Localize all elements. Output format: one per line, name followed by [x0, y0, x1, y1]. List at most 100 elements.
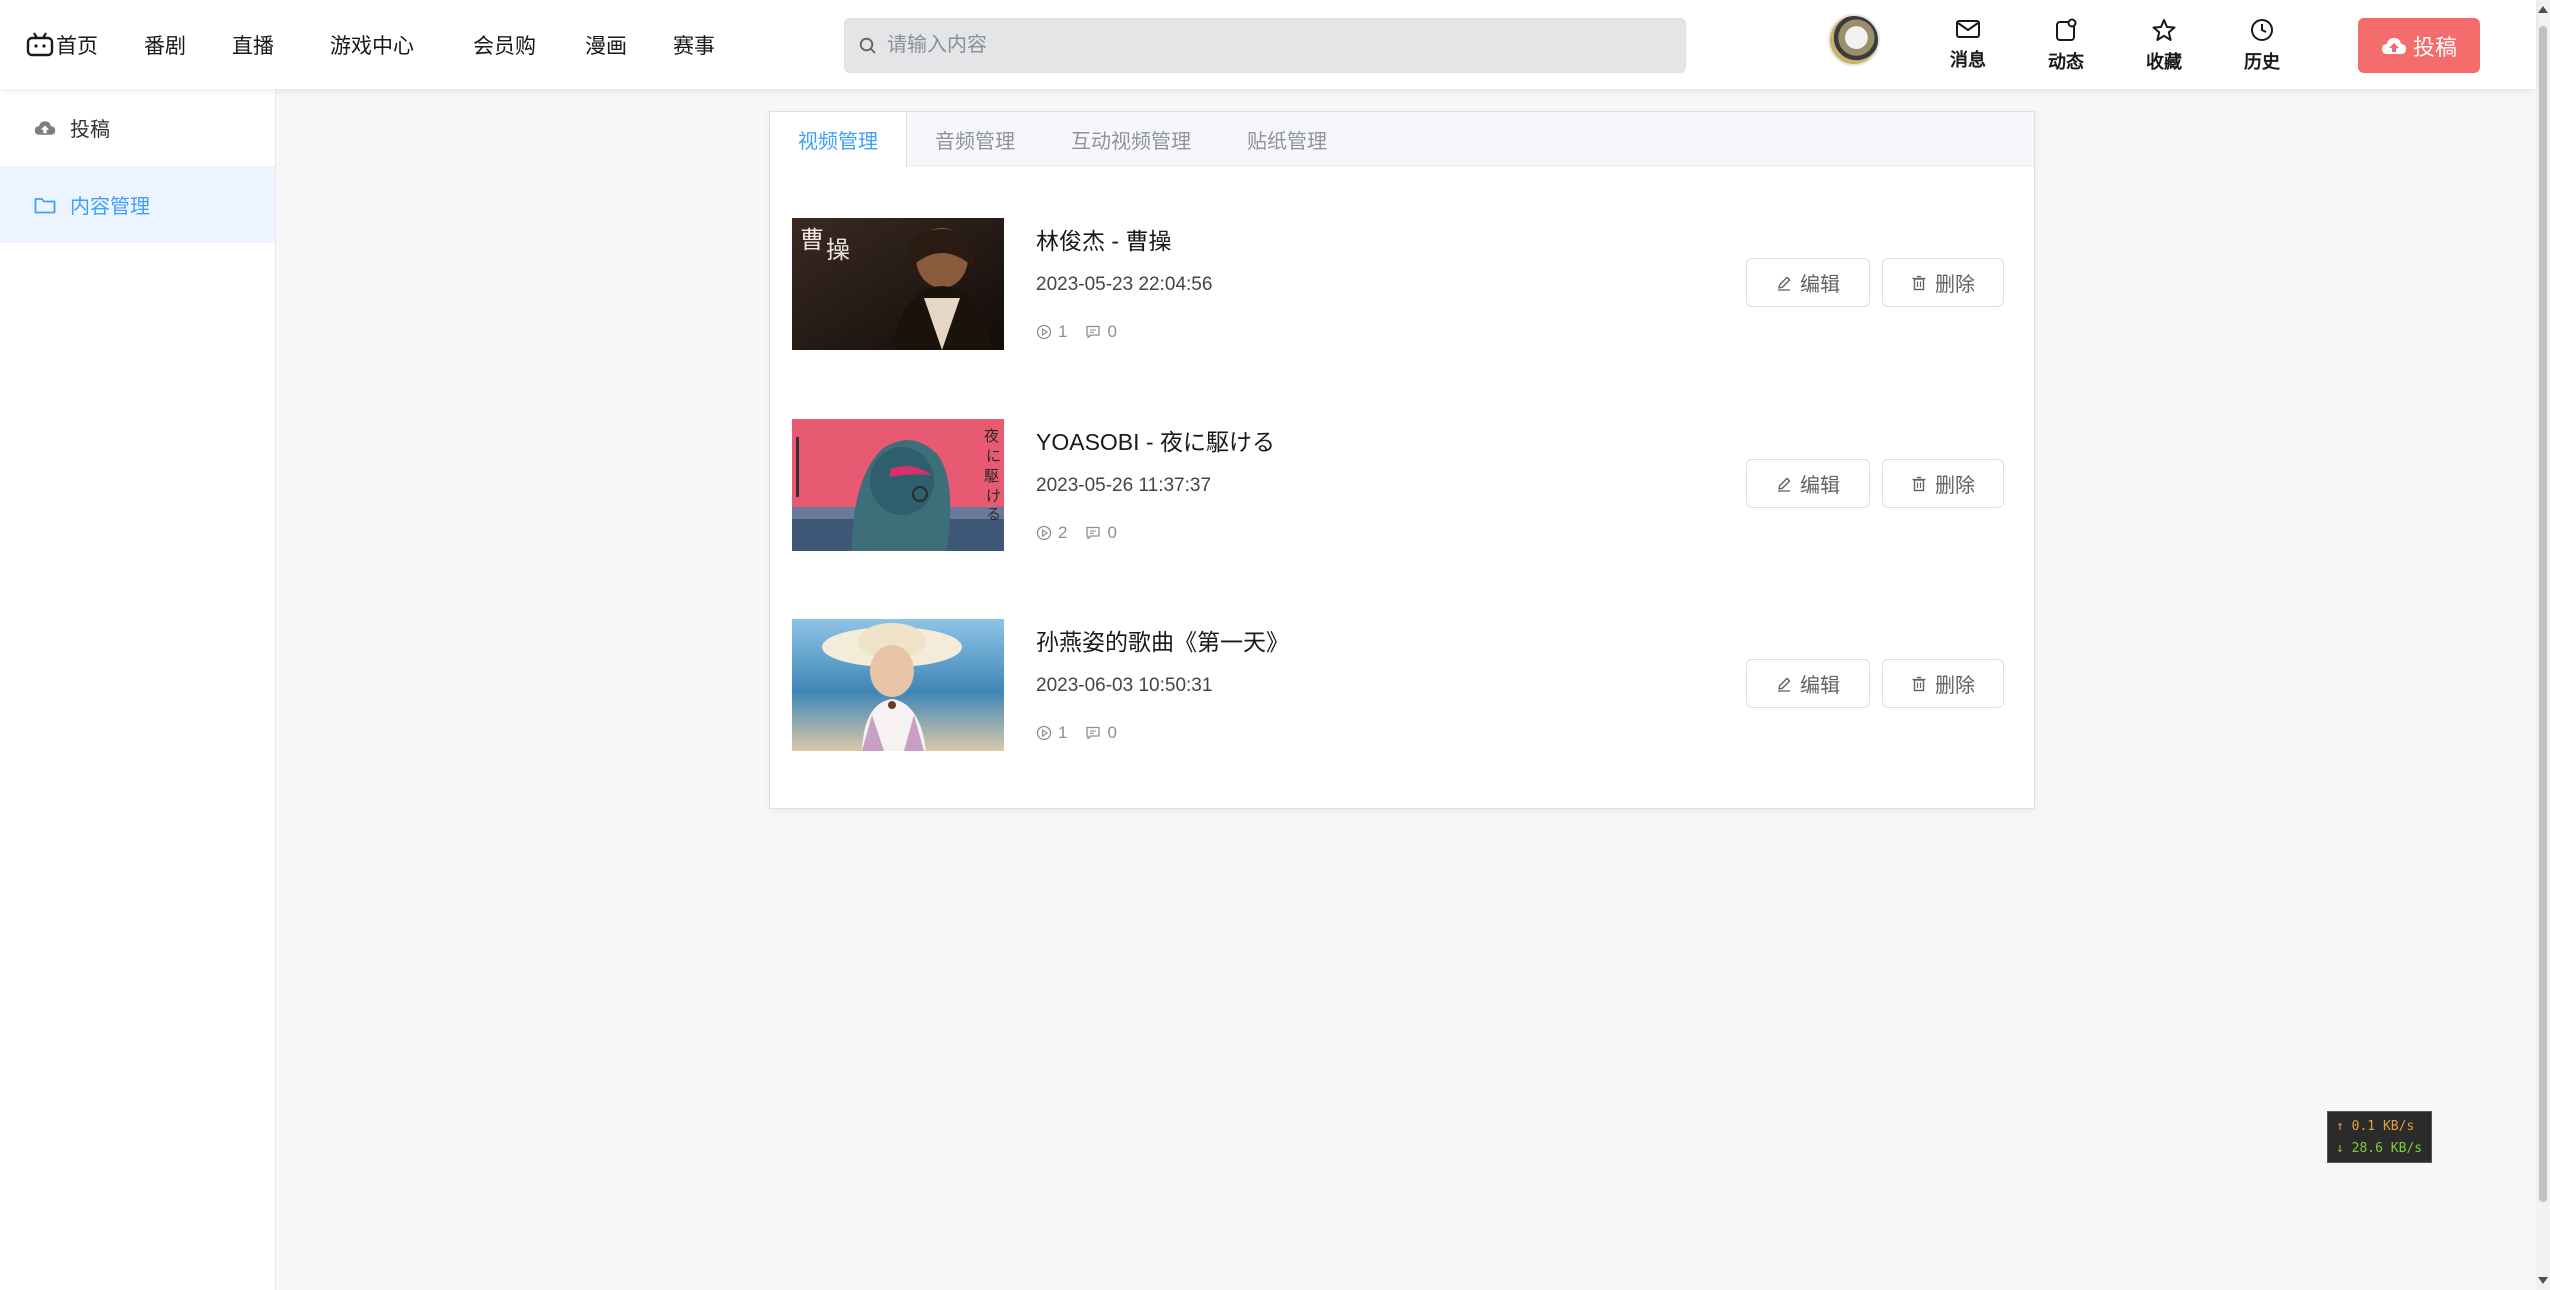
messages-button[interactable]: 消息 [1938, 18, 1998, 72]
cloud-upload-icon [34, 120, 56, 135]
scroll-down-arrow-icon[interactable] [2538, 1277, 2548, 1284]
tab-interactive-video-management[interactable]: 互动视频管理 [1043, 112, 1219, 166]
play-icon [1036, 324, 1052, 340]
svg-text:に: に [986, 447, 1001, 465]
svg-text:曹: 曹 [800, 226, 824, 254]
nav-esports[interactable]: 赛事 [673, 30, 715, 60]
tv-icon [26, 32, 54, 57]
nav-manga[interactable]: 漫画 [585, 30, 627, 60]
comment-icon [1086, 526, 1101, 540]
delete-button-label: 删除 [1935, 675, 1975, 697]
thumbnail-image: 夜 に 駆 け る [792, 419, 1004, 551]
video-row: 曹 操 林俊杰 - 曹操 2023-05-23 22:04:56 1 0 编辑 … [792, 218, 2014, 352]
comment-count-value: 0 [1107, 723, 1117, 742]
avatar[interactable] [1828, 14, 1880, 66]
delete-button-label: 删除 [1935, 274, 1975, 296]
delete-button[interactable]: 删除 [1882, 659, 2004, 708]
edit-button[interactable]: 编辑 [1746, 659, 1870, 708]
sidebar-item-upload[interactable]: 投稿 [0, 89, 275, 166]
delete-button[interactable]: 删除 [1882, 258, 2004, 307]
video-stats: 1 0 [1036, 723, 1117, 743]
content-card: 视频管理 音频管理 互动视频管理 贴纸管理 曹 操 林俊杰 - 曹操 2023-… [769, 111, 2035, 809]
play-count-value: 1 [1058, 723, 1068, 742]
comment-count: 0 [1085, 723, 1117, 743]
play-count-value: 2 [1058, 523, 1068, 542]
upload-button-label: 投稿 [2412, 34, 2457, 60]
nav-home[interactable]: 首页 [26, 30, 98, 60]
mail-icon [1956, 20, 1980, 38]
sidebar: 投稿 内容管理 [0, 89, 276, 1290]
history-label: 历史 [2244, 52, 2280, 72]
edit-button-label: 编辑 [1800, 675, 1840, 697]
trash-icon [1912, 275, 1926, 290]
video-thumbnail[interactable] [792, 619, 1004, 751]
favorites-button[interactable]: 收藏 [2134, 18, 2194, 74]
thumbnail-image [792, 619, 1004, 751]
nav-game-center[interactable]: 游戏中心 [330, 30, 414, 60]
comment-count-value: 0 [1107, 322, 1117, 341]
upload-button[interactable]: 投稿 [2358, 18, 2480, 73]
video-thumbnail[interactable]: 曹 操 [792, 218, 1004, 350]
top-header: 首页 番剧 直播 游戏中心 会员购 漫画 赛事 消息 动态 收藏 [0, 0, 2536, 89]
history-button[interactable]: 历史 [2232, 18, 2292, 74]
nav-bangumi[interactable]: 番剧 [144, 30, 186, 60]
comment-count: 0 [1085, 322, 1117, 342]
video-stats: 1 0 [1036, 322, 1117, 342]
edit-button-label: 编辑 [1800, 274, 1840, 296]
edit-button[interactable]: 编辑 [1746, 258, 1870, 307]
nav-vip-shop[interactable]: 会员购 [473, 30, 536, 60]
edit-button[interactable]: 编辑 [1746, 459, 1870, 508]
play-count: 2 [1036, 523, 1067, 543]
tab-bar: 视频管理 音频管理 互动视频管理 贴纸管理 [770, 112, 2034, 167]
play-icon [1036, 725, 1052, 741]
search-icon [859, 37, 876, 54]
scroll-up-arrow-icon[interactable] [2538, 6, 2548, 13]
edit-icon [1778, 276, 1791, 291]
folder-icon [34, 197, 56, 213]
comment-count: 0 [1085, 523, 1117, 543]
sidebar-item-content-management[interactable]: 内容管理 [0, 166, 275, 243]
comment-count-value: 0 [1107, 523, 1117, 542]
svg-text:駆: 駆 [984, 467, 999, 485]
sidebar-item-label: 投稿 [70, 119, 110, 141]
thumbnail-image: 曹 操 [792, 218, 1004, 350]
play-count: 1 [1036, 322, 1067, 342]
video-date: 2023-06-03 10:50:31 [1036, 675, 1213, 696]
svg-text:る: る [986, 505, 1001, 523]
video-thumbnail[interactable]: 夜 に 駆 け る [792, 419, 1004, 551]
trash-icon [1912, 676, 1926, 691]
cloud-upload-icon [2381, 37, 2406, 54]
edit-icon [1778, 677, 1791, 692]
play-count: 1 [1036, 723, 1067, 743]
page-scrollbar[interactable] [2536, 0, 2550, 1290]
tab-audio-management[interactable]: 音频管理 [907, 112, 1043, 166]
dynamics-label: 动态 [2048, 52, 2084, 72]
video-row: 孙燕姿的歌曲《第一天》 2023-06-03 10:50:31 1 0 编辑 删… [792, 619, 2014, 753]
dynamics-icon [2056, 18, 2077, 41]
dynamics-button[interactable]: 动态 [2036, 18, 2096, 74]
trash-icon [1912, 476, 1926, 491]
svg-text:け: け [986, 487, 1001, 505]
video-date: 2023-05-23 22:04:56 [1036, 274, 1213, 295]
video-date: 2023-05-26 11:37:37 [1036, 475, 1212, 496]
upload-speed: ↑ 0.1 KB/s [2336, 1119, 2415, 1134]
svg-text:夜: 夜 [984, 427, 999, 445]
search-input[interactable] [887, 34, 1647, 57]
video-title[interactable]: 孙燕姿的歌曲《第一天》 [1036, 623, 1289, 657]
scrollbar-thumb[interactable] [2539, 26, 2547, 1202]
messages-label: 消息 [1950, 50, 1986, 70]
play-icon [1036, 525, 1052, 541]
delete-button[interactable]: 删除 [1882, 459, 2004, 508]
video-title[interactable]: YOASOBI - 夜に駆ける [1036, 423, 1275, 457]
tab-video-management[interactable]: 视频管理 [770, 112, 907, 167]
edit-icon [1778, 477, 1791, 492]
comment-icon [1086, 325, 1101, 339]
favorites-label: 收藏 [2146, 52, 2182, 72]
nav-home-label: 首页 [56, 35, 98, 58]
video-title[interactable]: 林俊杰 - 曹操 [1036, 222, 1171, 256]
tab-sticker-management[interactable]: 贴纸管理 [1219, 112, 1355, 166]
svg-text:操: 操 [826, 236, 850, 264]
delete-button-label: 删除 [1935, 475, 1975, 497]
nav-live[interactable]: 直播 [232, 30, 274, 60]
comment-icon [1086, 726, 1101, 740]
